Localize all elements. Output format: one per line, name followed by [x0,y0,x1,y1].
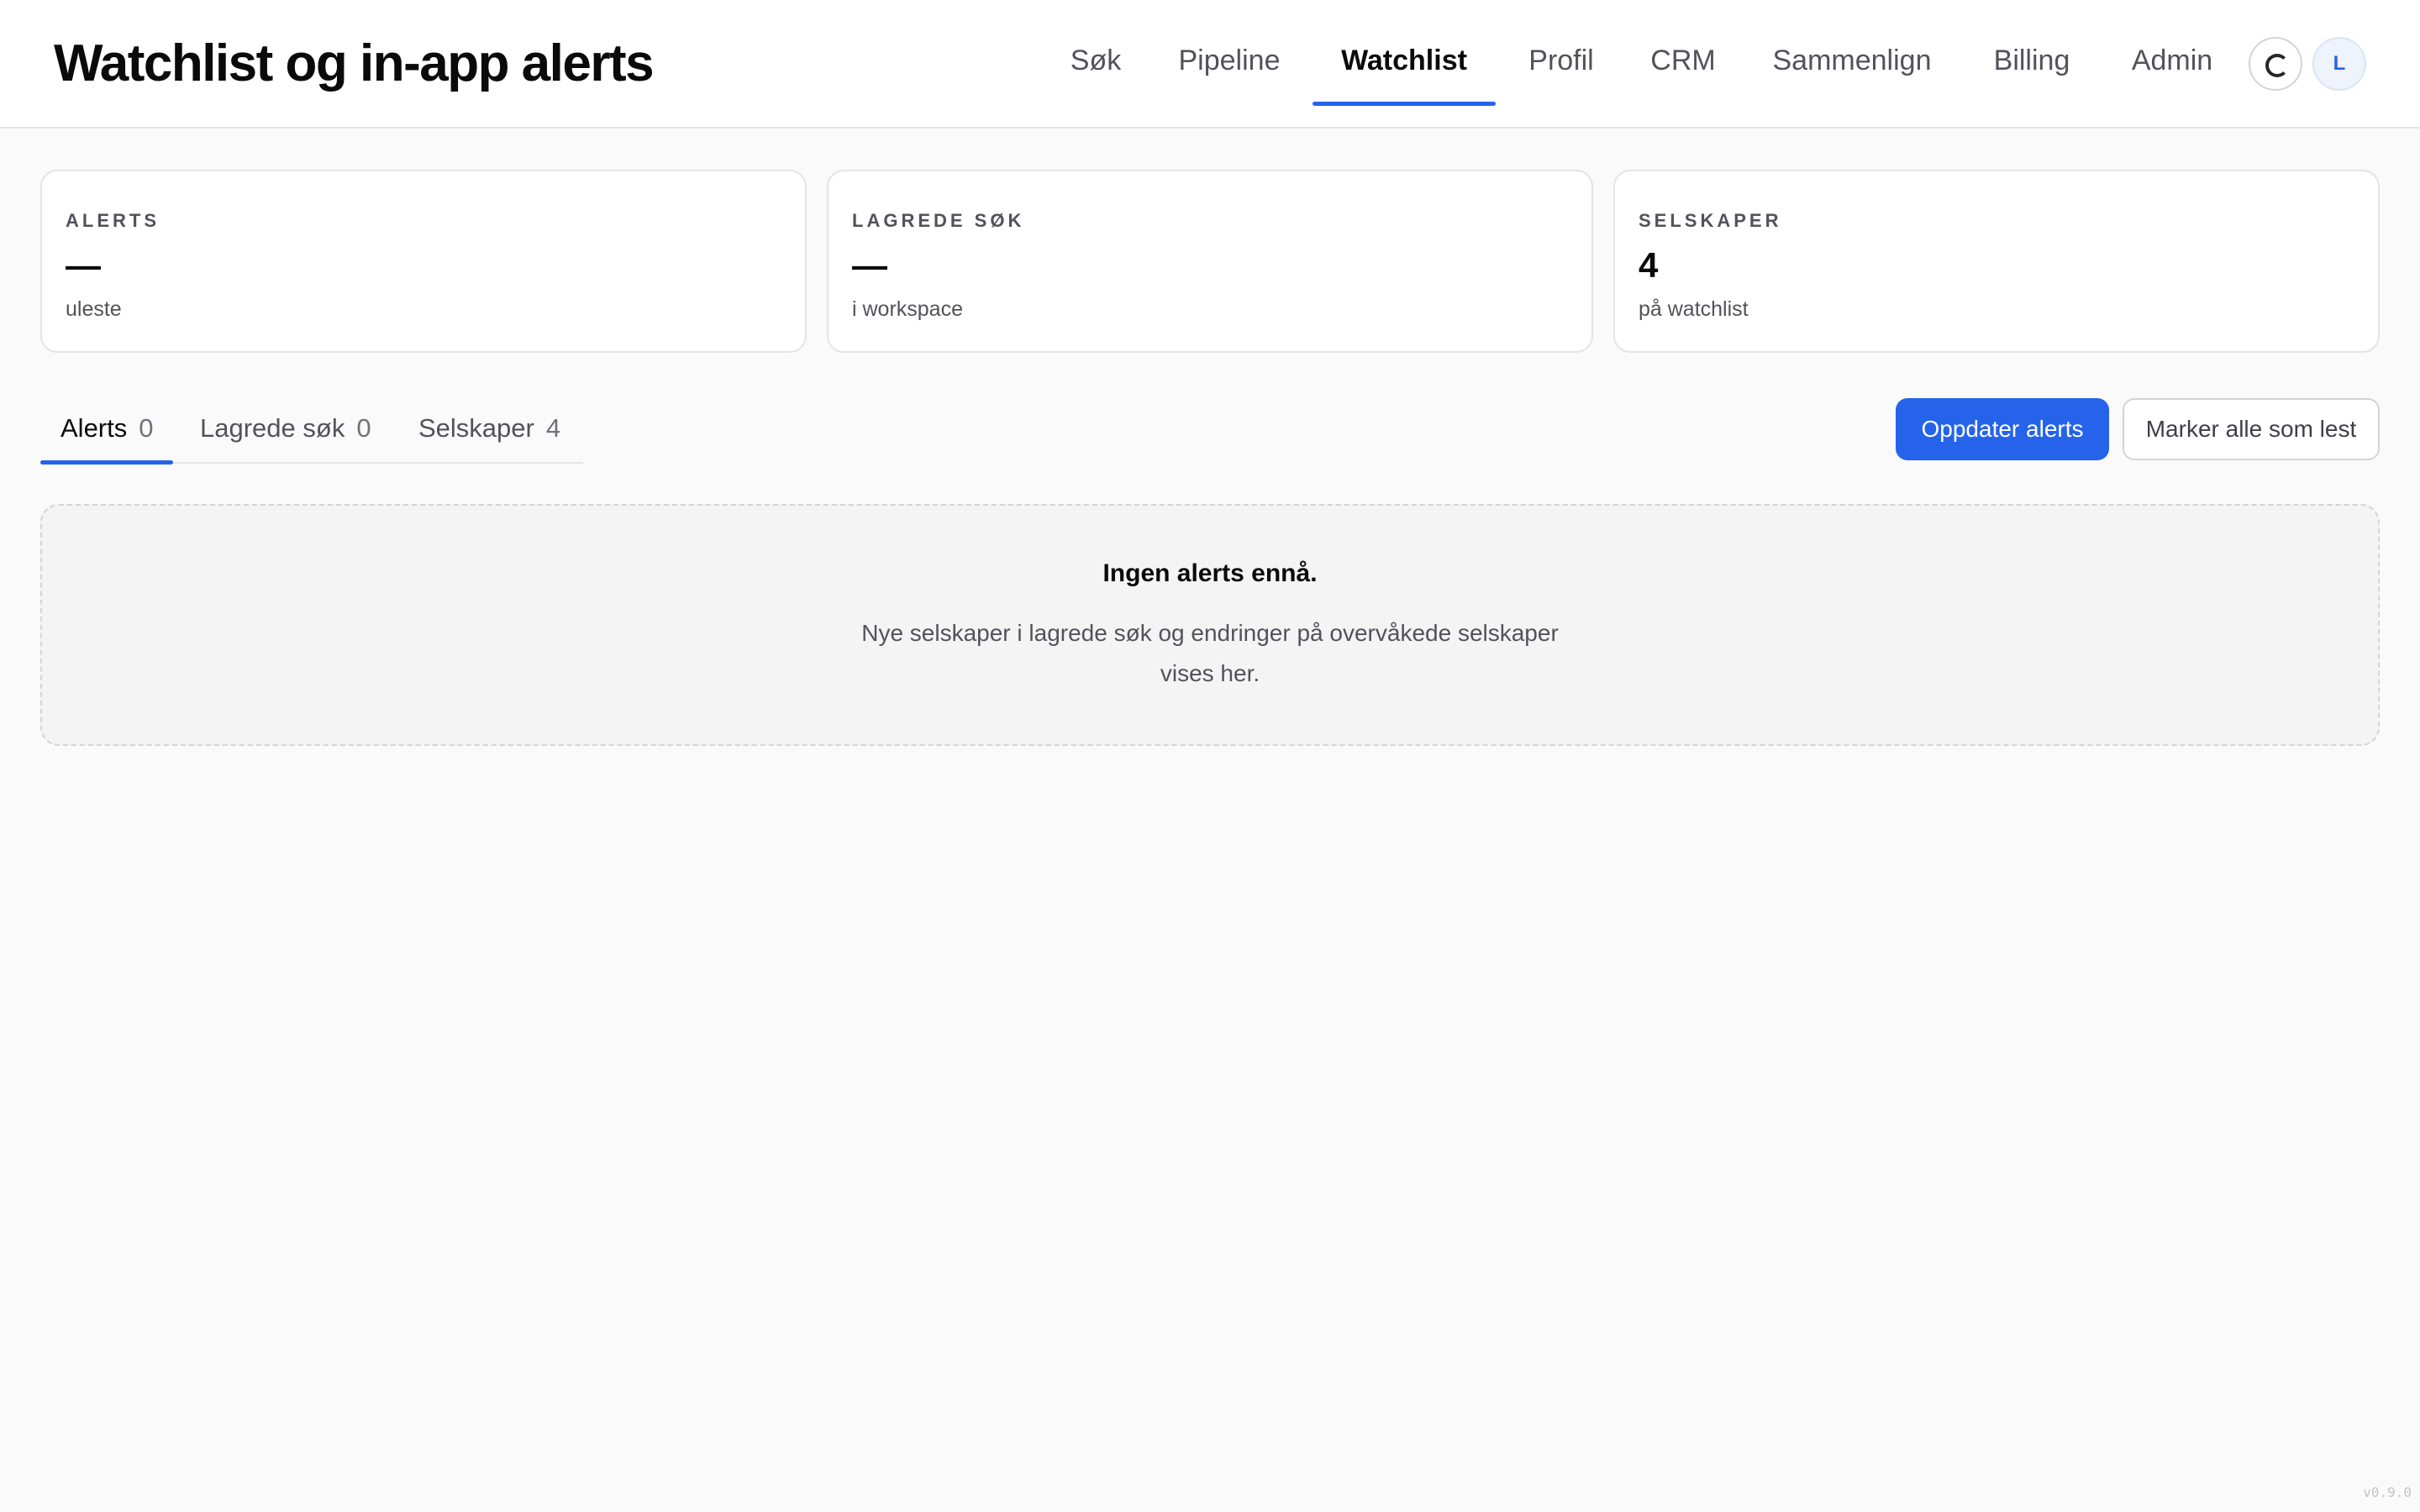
user-avatar[interactable]: L [2312,37,2366,91]
empty-state: Ingen alerts ennå. Nye selskaper i lagre… [40,504,2380,746]
stat-label: ALERTS [66,210,160,231]
update-alerts-button[interactable]: Oppdater alerts [1896,398,2109,460]
tab-selskaper[interactable]: Selskaper 4 [418,408,560,449]
tab-alerts[interactable]: Alerts 0 [60,408,154,449]
nav-item-profil[interactable]: Profil [1526,35,1597,86]
nav-item-pipeline[interactable]: Pipeline [1176,35,1282,86]
page-title: Watchlist og in-app alerts [54,34,655,92]
stat-sub: uleste [66,297,122,321]
nav-item-billing[interactable]: Billing [1991,35,2072,86]
tab-active-indicator [40,460,173,465]
stat-value: 4 [1639,245,1659,285]
version-label: v0.9.0 [2363,1484,2412,1500]
tab-label: Selskaper [418,413,534,443]
tab-label: Alerts [60,413,128,443]
stat-card-lagrede-sok: LAGREDE SØK — i workspace [827,170,1593,353]
nav-item-crm[interactable]: CRM [1650,35,1716,86]
nav-active-indicator [1313,102,1496,106]
empty-state-description: Nye selskaper i lagrede søk og endringer… [861,620,1559,686]
stat-sub: i workspace [852,297,963,321]
nav-item-watchlist[interactable]: Watchlist [1313,35,1496,86]
stat-label: SELSKAPER [1639,210,1782,231]
top-header: Watchlist og in-app alerts Søk Pipeline … [0,0,2420,129]
nav-item-sok[interactable]: Søk [1069,35,1123,86]
tab-count: 0 [139,413,154,443]
stat-value: — [852,245,887,285]
stat-value: — [66,245,101,285]
watchlist-tabs: Alerts 0 Lagrede søk 0 Selskaper 4 [40,395,583,465]
loading-spinner-icon [2265,54,2289,77]
empty-state-title: Ingen alerts ennå. [1102,559,1318,587]
refresh-button[interactable] [2249,37,2302,91]
tab-label: Lagrede søk [200,413,345,443]
tab-count: 4 [545,413,561,443]
tab-count: 0 [356,413,371,443]
tab-lagrede-sok[interactable]: Lagrede søk 0 [200,408,371,449]
stat-card-alerts: ALERTS — uleste [40,170,807,353]
stat-sub: på watchlist [1639,297,1749,321]
stat-label: LAGREDE SØK [852,210,1025,231]
nav-item-admin[interactable]: Admin [2129,35,2215,86]
stat-card-selskaper: SELSKAPER 4 på watchlist [1613,170,2380,353]
nav-item-sammenlign[interactable]: Sammenlign [1770,35,1934,86]
mark-all-read-button[interactable]: Marker alle som lest [2123,398,2380,460]
